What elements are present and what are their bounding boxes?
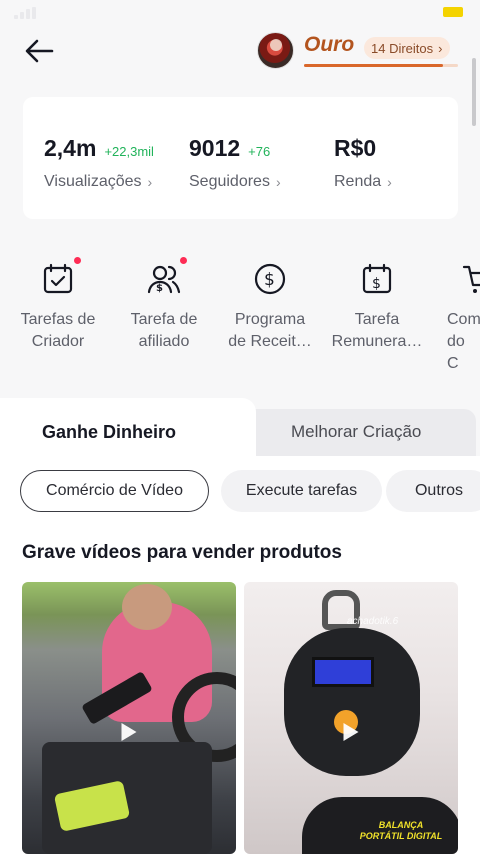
tier-name[interactable]: Ouro xyxy=(304,33,354,57)
stat-value: 9012 xyxy=(189,135,241,161)
video-watermark: achadotik.6 xyxy=(347,616,399,627)
stat-income[interactable]: R$0 Renda › xyxy=(334,135,392,191)
chip-label: Execute tarefas xyxy=(245,482,358,499)
notification-dot xyxy=(74,257,81,264)
scrollbar[interactable] xyxy=(472,58,476,126)
chip-label: Outros xyxy=(414,482,463,499)
tool-label: Com do C xyxy=(447,311,480,372)
tool-label: Tarefas de Criador xyxy=(20,311,96,350)
battery-icon xyxy=(443,7,463,17)
tool-creator-tasks[interactable]: Tarefas de Criador xyxy=(3,257,113,353)
tab-label: Melhorar Criação xyxy=(291,422,422,441)
tool-label: Tarefa de afiliado xyxy=(130,311,198,350)
video-thumbnail[interactable]: achadotik.6 BALANÇA PORTÁTIL DIGITAL xyxy=(244,582,458,854)
calendar-dollar-icon: $ xyxy=(360,262,394,296)
stats-card: 2,4m +22,3mil Visualizações › 9012 +76 S… xyxy=(23,97,458,219)
stat-views[interactable]: 2,4m +22,3mil Visualizações › xyxy=(44,135,154,191)
chip-label: Comércio de Vídeo xyxy=(46,482,183,499)
stat-label: Renda xyxy=(334,173,382,190)
signal-icon xyxy=(14,7,42,19)
notification-dot xyxy=(180,257,187,264)
tools-row: Tarefas de Criador $ Tarefa de afiliado … xyxy=(0,257,480,372)
chip-others[interactable]: Outros xyxy=(386,470,480,512)
tool-revenue-program[interactable]: $ Programa de Receit… xyxy=(215,262,325,353)
chevron-right-icon: › xyxy=(147,174,153,190)
chevron-right-icon: › xyxy=(387,174,392,190)
tool-commerce[interactable]: Com do C xyxy=(428,262,480,375)
chevron-right-icon: › xyxy=(438,40,443,56)
stat-followers[interactable]: 9012 +76 Seguidores › xyxy=(189,135,281,191)
dollar-circle-icon: $ xyxy=(253,262,287,296)
arrow-left-icon xyxy=(25,39,54,63)
video-caption: BALANÇA PORTÁTIL DIGITAL xyxy=(359,820,443,841)
stat-label: Visualizações xyxy=(44,173,142,190)
play-icon xyxy=(343,723,359,741)
stat-value: 2,4m xyxy=(44,135,97,161)
stat-delta: +22,3mil xyxy=(104,144,154,159)
svg-text:$: $ xyxy=(264,270,275,290)
calendar-check-icon xyxy=(41,257,81,296)
cart-icon xyxy=(462,262,480,296)
stat-delta: +76 xyxy=(248,144,271,159)
svg-text:$: $ xyxy=(156,283,163,294)
status-bar xyxy=(0,0,480,26)
chip-execute-tasks[interactable]: Execute tarefas xyxy=(221,470,382,512)
tier-progress-fill xyxy=(304,64,443,67)
rights-badge[interactable]: 14 Direitos › xyxy=(364,37,451,59)
tool-affiliate-task[interactable]: $ Tarefa de afiliado xyxy=(109,257,219,353)
video-thumbnail[interactable] xyxy=(22,582,236,854)
tool-paid-task[interactable]: $ Tarefa Remunera… xyxy=(322,262,432,353)
tier-progress-bar xyxy=(304,64,458,67)
users-dollar-icon: $ xyxy=(147,257,187,296)
rights-label: 14 Direitos xyxy=(371,40,434,56)
tab-label: Ganhe Dinheiro xyxy=(42,422,177,442)
chevron-right-icon: › xyxy=(275,174,281,190)
avatar[interactable] xyxy=(257,32,294,69)
stat-label: Seguidores xyxy=(189,173,270,190)
stat-value: R$0 xyxy=(334,135,377,161)
back-button[interactable] xyxy=(20,32,58,70)
tool-label: Programa de Receit… xyxy=(228,311,312,350)
play-icon xyxy=(121,723,137,741)
chip-video-commerce[interactable]: Comércio de Vídeo xyxy=(20,470,209,512)
section-title: Grave vídeos para vender produtos xyxy=(22,542,342,563)
svg-text:$: $ xyxy=(372,276,381,292)
tool-label: Tarefa Remunera… xyxy=(331,311,423,350)
content-panel: Comércio de Vídeo Execute tarefas Outros… xyxy=(0,456,480,854)
